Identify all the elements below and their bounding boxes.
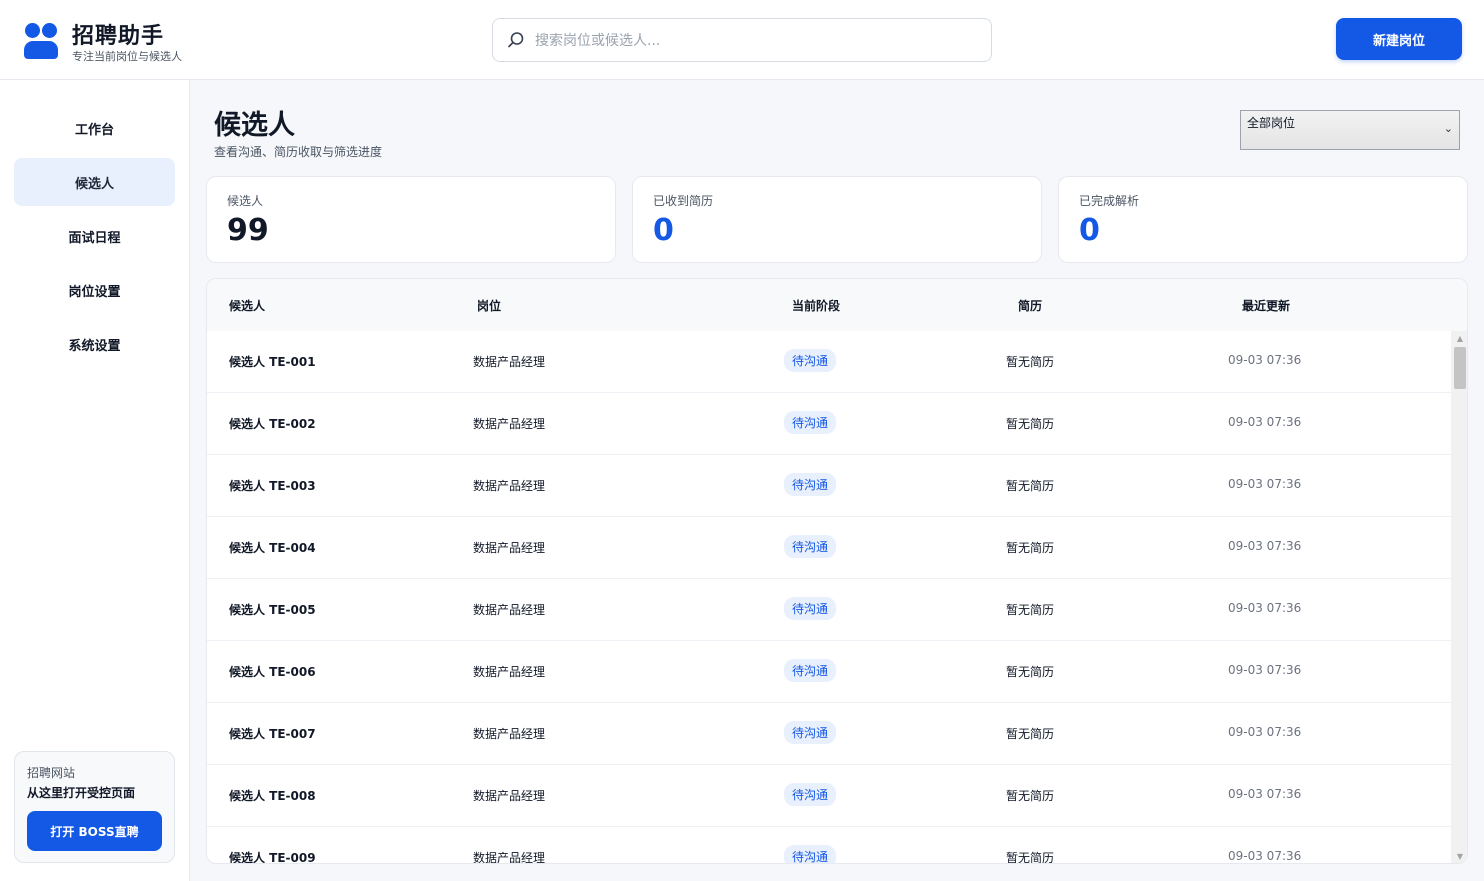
sidebar-item-system-settings[interactable]: 系统设置 <box>14 320 175 368</box>
open-boss-button[interactable]: 打开 BOSS直聘 <box>27 811 162 851</box>
candidate-name: 候选人 TE-009 <box>229 851 316 864</box>
sidebar: 工作台 候选人 面试日程 岗位设置 系统设置 招聘网站 从这里打开受控页面 打开… <box>0 80 190 881</box>
stat-label: 已完成解析 <box>1079 194 1140 208</box>
stage-badge: 待沟通 <box>784 473 837 496</box>
resume-status: 暂无简历 <box>1006 479 1055 493</box>
stat-value: 0 <box>1079 213 1100 248</box>
resume-status: 暂无简历 <box>1006 727 1055 741</box>
sidebar-item-candidates[interactable]: 候选人 <box>14 158 175 206</box>
table-header: 候选人 岗位 当前阶段 简历 最近更新 <box>207 279 1467 331</box>
new-job-button[interactable]: 新建岗位 <box>1336 18 1462 60</box>
column-header-updated[interactable]: 最近更新 <box>1242 297 1290 314</box>
table-row[interactable]: 候选人 TE-001 数据产品经理 待沟通 暂无简历 09-03 07:36 <box>207 331 1451 393</box>
page-title: 候选人 <box>214 110 295 141</box>
column-header-candidate[interactable]: 候选人 <box>229 297 265 314</box>
candidate-job: 数据产品经理 <box>473 789 546 803</box>
job-filter-value: 全部岗位 <box>1247 116 1296 130</box>
stage-badge: 待沟通 <box>784 597 837 620</box>
candidate-name: 候选人 TE-001 <box>229 355 316 369</box>
stat-card-parsed: 已完成解析 0 <box>1058 176 1468 263</box>
sidebar-item-interviews[interactable]: 面试日程 <box>14 212 175 260</box>
last-updated: 09-03 07:36 <box>1228 787 1302 801</box>
stage-badge: 待沟通 <box>784 659 837 682</box>
search-input[interactable] <box>535 29 975 53</box>
candidate-name: 候选人 TE-008 <box>229 789 316 803</box>
table-row[interactable]: 候选人 TE-002 数据产品经理 待沟通 暂无简历 09-03 07:36 <box>207 393 1451 455</box>
stage-badge: 待沟通 <box>784 721 837 744</box>
stage-badge: 待沟通 <box>784 349 837 372</box>
recruit-site-card: 招聘网站 从这里打开受控页面 打开 BOSS直聘 <box>14 751 175 863</box>
table-body: 候选人 TE-001 数据产品经理 待沟通 暂无简历 09-03 07:36 候选人 TE… <box>207 331 1451 864</box>
stage-badge: 待沟通 <box>784 845 837 863</box>
candidate-job: 数据产品经理 <box>473 479 546 493</box>
job-filter-select[interactable]: 全部岗位 ⌄ <box>1240 110 1460 150</box>
column-header-stage[interactable]: 当前阶段 <box>792 297 840 314</box>
sidebar-item-dashboard[interactable]: 工作台 <box>14 104 175 152</box>
resume-status: 暂无简历 <box>1006 541 1055 555</box>
resume-status: 暂无简历 <box>1006 417 1055 431</box>
last-updated: 09-03 07:36 <box>1228 601 1302 615</box>
recruit-site-title: 从这里打开受控页面 <box>27 786 136 800</box>
recruit-site-label: 招聘网站 <box>27 766 76 780</box>
last-updated: 09-03 07:36 <box>1228 725 1302 739</box>
last-updated: 09-03 07:36 <box>1228 415 1302 429</box>
column-header-resume[interactable]: 简历 <box>1018 297 1042 314</box>
table-row[interactable]: 候选人 TE-004 数据产品经理 待沟通 暂无简历 09-03 07:36 <box>207 517 1451 579</box>
stage-badge: 待沟通 <box>784 783 837 806</box>
candidates-table: 候选人 岗位 当前阶段 简历 最近更新 候选人 TE-001 数据产品经理 待沟通暂… <box>206 278 1468 864</box>
candidate-name: 候选人 TE-004 <box>229 541 316 555</box>
last-updated: 09-03 07:36 <box>1228 539 1302 553</box>
scroll-down-arrow-icon[interactable]: ▼ <box>1451 849 1467 863</box>
chevron-down-icon: ⌄ <box>1443 122 1453 135</box>
table-scrollbar[interactable]: ▲ ▼ <box>1451 331 1467 863</box>
candidate-name: 候选人 TE-005 <box>229 603 316 617</box>
scroll-up-arrow-icon[interactable]: ▲ <box>1451 331 1467 347</box>
candidate-name: 候选人 TE-007 <box>229 727 316 741</box>
stage-badge: 待沟通 <box>784 535 837 558</box>
table-row[interactable]: 候选人 TE-007 数据产品经理 待沟通 暂无简历 09-03 07:36 <box>207 703 1451 765</box>
stat-value: 0 <box>653 213 674 248</box>
resume-status: 暂无简历 <box>1006 851 1055 864</box>
table-row[interactable]: 候选人 TE-003 数据产品经理 待沟通 暂无简历 09-03 07:36 <box>207 455 1451 517</box>
search-icon <box>508 32 524 48</box>
stat-value: 99 <box>227 213 269 248</box>
stat-label: 候选人 <box>227 194 264 208</box>
candidate-job: 数据产品经理 <box>473 727 546 741</box>
app-subtitle: 专注当前岗位与候选人 <box>72 50 182 63</box>
resume-status: 暂无简历 <box>1006 665 1055 679</box>
last-updated: 09-03 07:36 <box>1228 477 1302 491</box>
resume-status: 暂无简历 <box>1006 789 1055 803</box>
last-updated: 09-03 07:36 <box>1228 849 1302 863</box>
top-header: 招聘助手 专注当前岗位与候选人 新建岗位 <box>0 0 1484 80</box>
resume-status: 暂无简历 <box>1006 603 1055 617</box>
scrollbar-thumb[interactable] <box>1454 347 1466 389</box>
last-updated: 09-03 07:36 <box>1228 663 1302 677</box>
app-title: 招聘助手 <box>72 24 165 49</box>
candidate-job: 数据产品经理 <box>473 355 546 369</box>
stage-badge: 待沟通 <box>784 411 837 434</box>
resume-status: 暂无简历 <box>1006 355 1055 369</box>
page-subtitle: 查看沟通、简历收取与筛选进度 <box>214 145 383 159</box>
candidate-name: 候选人 TE-002 <box>229 417 316 431</box>
table-row[interactable]: 候选人 TE-005 数据产品经理 待沟通 暂无简历 09-03 07:36 <box>207 579 1451 641</box>
stat-card-resumes-received: 已收到简历 0 <box>632 176 1042 263</box>
candidate-name: 候选人 TE-006 <box>229 665 316 679</box>
users-logo-icon <box>24 23 58 59</box>
table-row[interactable]: 候选人 TE-008 数据产品经理 待沟通 暂无简历 09-03 07:36 <box>207 765 1451 827</box>
candidate-job: 数据产品经理 <box>473 665 546 679</box>
sidebar-item-job-settings[interactable]: 岗位设置 <box>14 266 175 314</box>
stat-card-candidates: 候选人 99 <box>206 176 616 263</box>
table-row[interactable]: 候选人 TE-009 数据产品经理 待沟通 暂无简历 09-03 07:36 <box>207 827 1451 864</box>
candidate-job: 数据产品经理 <box>473 603 546 617</box>
candidate-job: 数据产品经理 <box>473 541 546 555</box>
stat-label: 已收到简历 <box>653 194 714 208</box>
candidate-job: 数据产品经理 <box>473 851 546 864</box>
table-row[interactable]: 候选人 TE-006 数据产品经理 待沟通 暂无简历 09-03 07:36 <box>207 641 1451 703</box>
candidate-job: 数据产品经理 <box>473 417 546 431</box>
candidate-name: 候选人 TE-003 <box>229 479 316 493</box>
last-updated: 09-03 07:36 <box>1228 353 1302 367</box>
column-header-job[interactable]: 岗位 <box>477 297 501 314</box>
search-box[interactable] <box>492 18 992 62</box>
